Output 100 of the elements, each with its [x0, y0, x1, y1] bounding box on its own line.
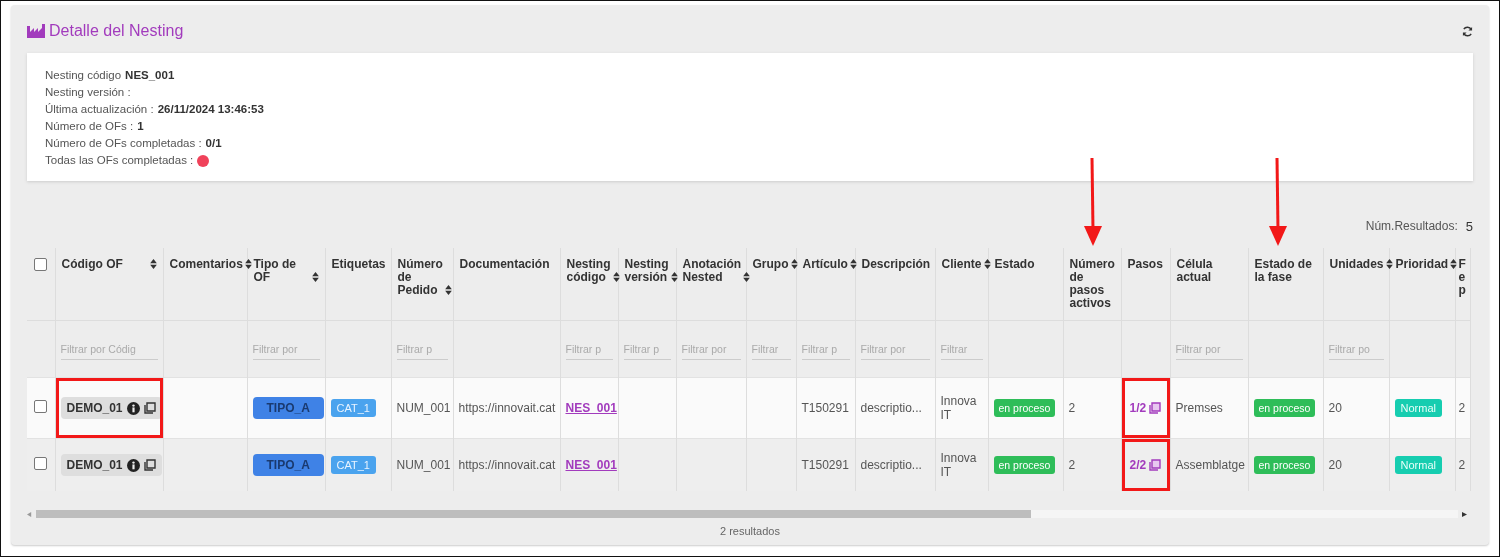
column-header[interactable]: Grupo — [752, 258, 789, 271]
type-badge: TIPO_A — [252, 397, 324, 419]
column-header[interactable]: Número de pasos activos — [1069, 258, 1115, 310]
column-header[interactable]: Código OF — [61, 258, 123, 271]
column-header[interactable]: Número de Pedido — [397, 258, 443, 297]
checkbox[interactable] — [34, 400, 48, 413]
horizontal-scrollbar[interactable] — [27, 509, 1467, 519]
page-title: Detalle del Nesting — [49, 22, 184, 40]
column-header[interactable]: Artículo — [802, 258, 848, 271]
table-cell: Innova IT — [940, 451, 977, 479]
column-header[interactable]: Nesting código — [566, 258, 611, 284]
sort-icon[interactable] — [670, 272, 678, 282]
table-cell: descriptio... — [860, 401, 922, 415]
column-header[interactable]: Prioridad — [1395, 258, 1449, 271]
sort-icon[interactable] — [849, 259, 857, 269]
info-value: 26/11/2024 13:46:53 — [157, 102, 264, 117]
sort-icon[interactable] — [983, 259, 991, 269]
info-value: 0/1 — [205, 136, 222, 151]
results-footer: 2 resultados — [27, 525, 1473, 537]
copy-icon[interactable] — [143, 402, 156, 414]
info-label: Número de OFs completadas : — [45, 136, 202, 151]
info-value: NES_001 — [125, 68, 175, 83]
column-header[interactable]: Nesting versión — [624, 258, 669, 284]
refresh-icon[interactable] — [1462, 25, 1473, 37]
column-header[interactable]: F e p — [1458, 258, 1467, 297]
status-badge: en proceso — [1253, 456, 1316, 474]
sort-icon[interactable] — [1385, 259, 1393, 269]
sort-icon[interactable] — [743, 272, 751, 282]
copy-icon[interactable] — [143, 459, 156, 471]
sort-icon[interactable] — [149, 258, 157, 269]
table-cell: NUM_001 — [396, 401, 451, 415]
tag-badge: CAT_1 — [330, 399, 376, 417]
table-cell: T150291 — [801, 401, 849, 415]
priority-badge: Normal — [1394, 456, 1442, 474]
column-header[interactable]: Unidades — [1329, 258, 1384, 271]
column-header[interactable]: Documentación — [459, 258, 550, 271]
column-header[interactable]: Tipo de OF — [253, 258, 310, 284]
factory-icon — [27, 24, 45, 38]
filter-field[interactable]: Filtrar por — [1175, 338, 1243, 360]
info-label: Nesting código — [45, 68, 122, 83]
status-badge: en proceso — [1253, 399, 1316, 417]
filter-field[interactable]: Filtrar — [940, 338, 983, 360]
steps-link[interactable]: 1/2 — [1129, 401, 1147, 415]
sort-icon[interactable] — [444, 285, 452, 295]
tag-badge: CAT_1 — [330, 456, 376, 474]
column-header[interactable]: Estado — [994, 258, 1035, 271]
table-cell: T150291 — [801, 458, 849, 472]
sort-icon[interactable] — [1450, 259, 1458, 269]
column-header[interactable]: Comentarios — [169, 258, 243, 271]
checkbox[interactable] — [34, 258, 48, 271]
table-cell: 2 — [1458, 401, 1466, 415]
table-cell: 2 — [1458, 458, 1466, 472]
info-icon[interactable] — [126, 401, 140, 415]
column-header[interactable]: Estado de la fase — [1254, 258, 1317, 284]
column-header[interactable]: Descripción — [861, 258, 931, 271]
filter-field[interactable]: Filtrar p — [396, 338, 448, 360]
table-cell: Innova IT — [940, 394, 977, 422]
copy-icon[interactable] — [1149, 402, 1162, 414]
column-header[interactable]: Cliente — [941, 258, 982, 271]
filter-field[interactable]: Filtrar po — [1328, 338, 1384, 360]
info-icon[interactable] — [126, 458, 140, 472]
table-cell: 2 — [1068, 401, 1076, 415]
checkbox[interactable] — [34, 457, 48, 470]
filter-field[interactable]: Filtrar por — [681, 338, 741, 360]
sort-icon[interactable] — [612, 272, 620, 282]
filter-field[interactable]: Filtrar p — [801, 338, 850, 360]
column-header[interactable]: Pasos — [1127, 258, 1163, 271]
type-badge: TIPO_A — [252, 454, 324, 476]
steps-link[interactable]: 2/2 — [1129, 458, 1147, 472]
code-chip[interactable]: DEMO_01 — [60, 454, 162, 476]
scroll-right-icon[interactable] — [1462, 511, 1467, 517]
nesting-link[interactable]: NES_001 — [565, 458, 617, 472]
info-label: Última actualización : — [45, 102, 154, 117]
nesting-link[interactable]: NES_001 — [565, 401, 617, 415]
info-label: Todas las OFs completadas : — [45, 153, 194, 168]
table-cell: 20 — [1328, 401, 1342, 415]
filter-field[interactable]: Filtrar — [751, 338, 791, 360]
filter-field[interactable]: Filtrar p — [565, 338, 613, 360]
filter-field[interactable]: Filtrar por — [252, 338, 320, 360]
sort-icon[interactable] — [311, 272, 319, 282]
table-cell: https://innovait.cat — [458, 458, 556, 472]
table-cell: 2 — [1068, 458, 1076, 472]
sort-icon[interactable] — [790, 259, 798, 269]
sort-icon[interactable] — [244, 259, 252, 269]
copy-icon[interactable] — [1149, 459, 1162, 471]
results-count: 5 — [1465, 219, 1473, 234]
table-cell: NUM_001 — [396, 458, 451, 472]
code-chip[interactable]: DEMO_01 — [60, 397, 162, 419]
table-cell: Assemblatge — [1175, 458, 1245, 472]
status-badge: en proceso — [993, 456, 1056, 474]
priority-badge: Normal — [1394, 399, 1442, 417]
filter-field[interactable]: Filtrar por Códig — [60, 338, 158, 360]
column-header[interactable]: Célula actual — [1176, 258, 1242, 284]
column-header[interactable]: Anotación Nested — [682, 258, 742, 284]
info-label: Nesting versión : — [45, 85, 131, 100]
filter-field[interactable]: Filtrar p — [623, 338, 671, 360]
column-header[interactable]: Etiquetas — [331, 258, 386, 271]
filter-field[interactable]: Filtrar por — [860, 338, 930, 360]
status-badge: en proceso — [993, 399, 1056, 417]
results-label: Núm.Resultados: — [1365, 219, 1458, 234]
